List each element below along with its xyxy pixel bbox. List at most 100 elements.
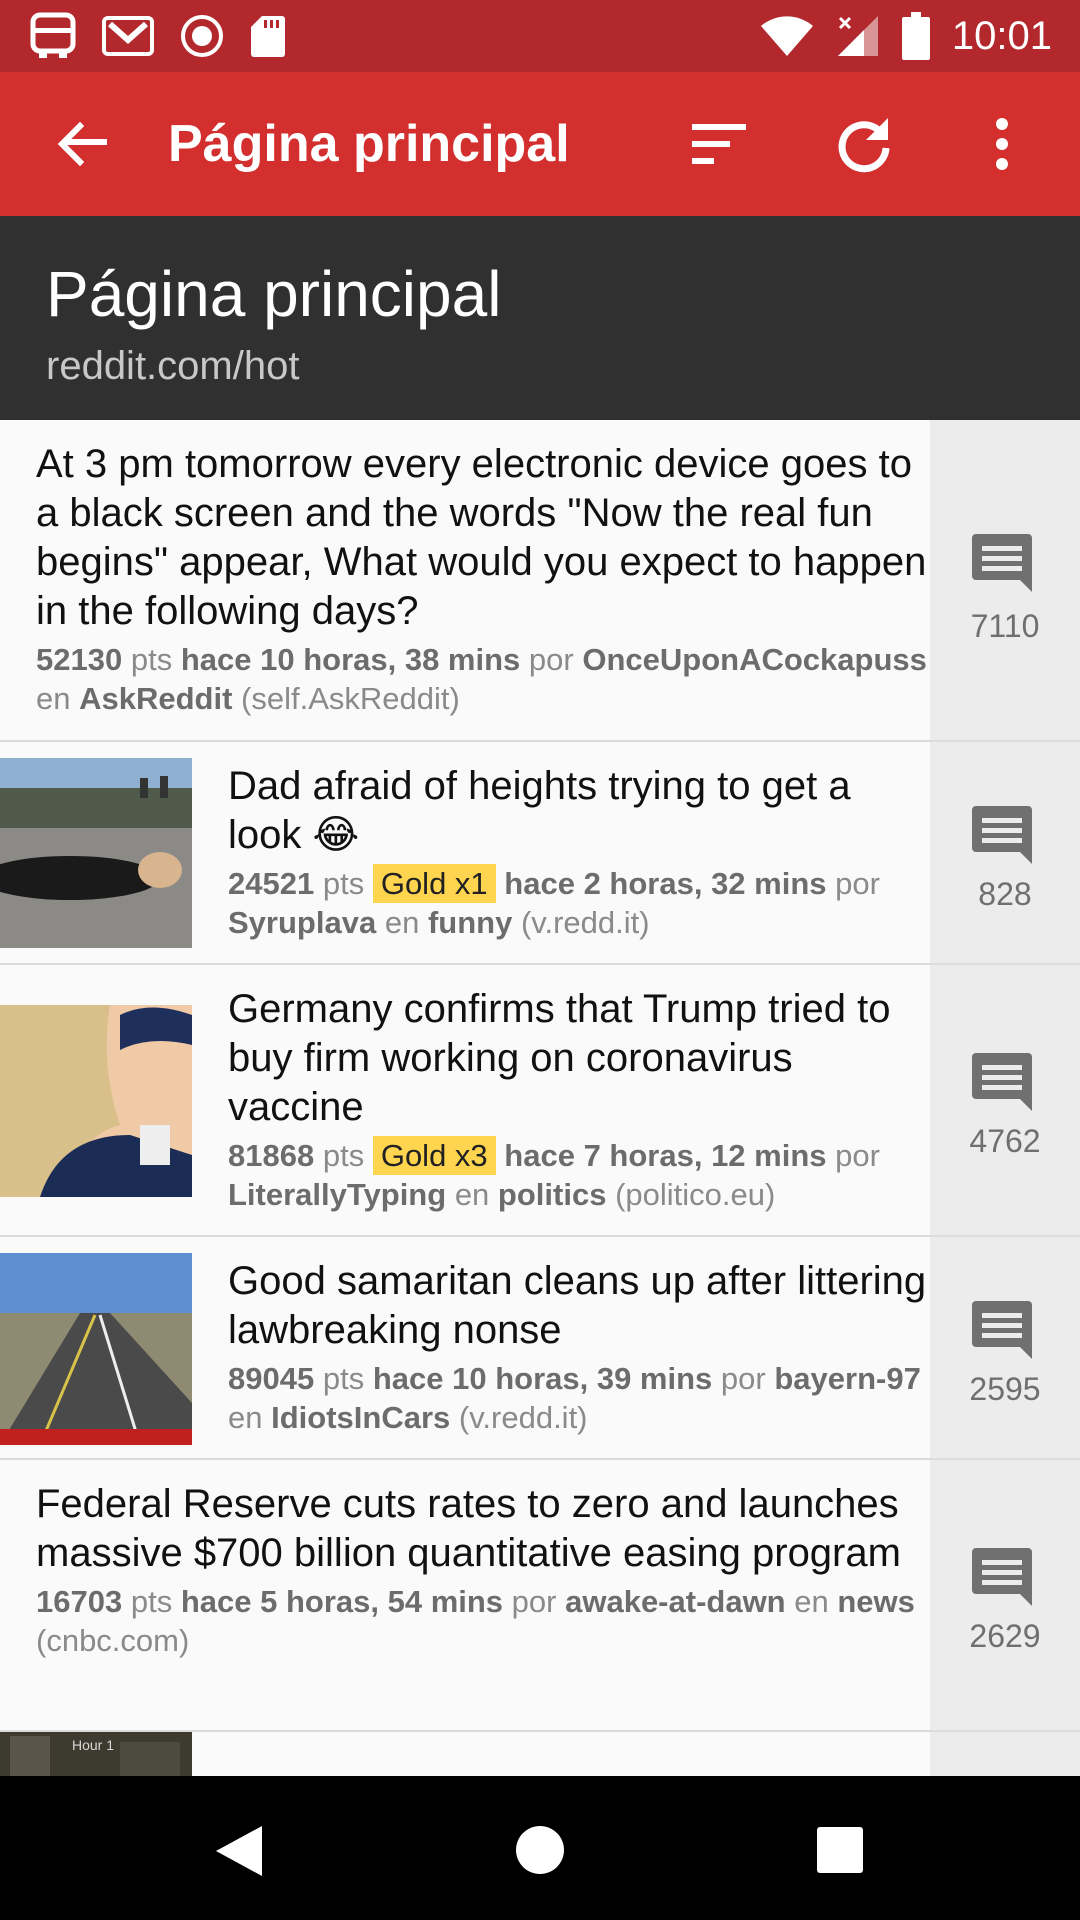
refresh-icon[interactable] <box>832 112 896 176</box>
thumbnail-image: Hour 1 <box>0 1732 192 1776</box>
comment-count: 2595 <box>969 1371 1041 1407</box>
signal-icon <box>837 16 878 56</box>
post-time: hace 10 horas, 38 mins <box>180 642 521 677</box>
post-title: Dad afraid of heights trying to get a lo… <box>228 764 851 857</box>
por-label: por <box>835 1138 880 1173</box>
home-circle-icon[interactable] <box>514 1824 566 1876</box>
post-text[interactable]: Good samaritan cleans up after littering… <box>228 1257 930 1437</box>
comments-button[interactable]: 4762 <box>930 965 1080 1235</box>
post-item[interactable]: Good samaritan cleans up after littering… <box>0 1237 1080 1460</box>
post-meta: 52130 pts hace 10 horas, 38 mins por Onc… <box>36 640 930 718</box>
post-points: 52130 <box>36 642 123 677</box>
gmail-icon <box>102 16 154 56</box>
post-author[interactable]: Syruplava <box>228 905 376 940</box>
post-author[interactable]: OnceUponACockapuss <box>582 642 927 677</box>
comment-count: 828 <box>978 876 1032 912</box>
thumbnail-caption: Hour 1 <box>72 1737 114 1753</box>
comment-count: 2629 <box>969 1618 1041 1654</box>
pts-label: pts <box>130 642 173 677</box>
post-subreddit[interactable]: funny <box>428 905 512 940</box>
comment-icon <box>972 534 1032 592</box>
post-subreddit[interactable]: IdiotsInCars <box>271 1400 450 1435</box>
post-thumbnail[interactable] <box>0 758 192 948</box>
wifi-icon <box>760 16 813 56</box>
thumbnail-image <box>0 758 192 948</box>
post-domain: (cnbc.com) <box>36 1623 190 1658</box>
navigation-bar <box>0 1776 1080 1920</box>
back-arrow-icon[interactable] <box>50 112 114 176</box>
comments-button[interactable]: 7110 <box>930 420 1080 740</box>
post-thumbnail[interactable] <box>0 1253 192 1445</box>
post-subreddit[interactable]: news <box>837 1584 915 1619</box>
post-meta: 24521 pts Gold x1 hace 2 horas, 32 mins … <box>228 864 930 942</box>
por-label: por <box>511 1584 557 1619</box>
post-title: Federal Reserve cuts rates to zero and l… <box>36 1482 901 1575</box>
comments-button[interactable]: 828 <box>930 742 1080 963</box>
post-author[interactable]: bayern-97 <box>774 1361 920 1396</box>
comment-icon <box>972 1548 1032 1606</box>
thumbnail-image <box>0 1005 192 1197</box>
comments-button[interactable]: 2629 <box>930 1460 1080 1730</box>
por-label: por <box>528 642 574 677</box>
post-item[interactable]: Dad afraid of heights trying to get a lo… <box>0 742 1080 965</box>
post-item[interactable]: At 3 pm tomorrow every electronic device… <box>0 420 1080 742</box>
comment-icon <box>972 806 1032 864</box>
post-text[interactable]: Federal Reserve cuts rates to zero and l… <box>36 1480 930 1660</box>
post-subreddit[interactable]: AskReddit <box>79 681 232 716</box>
comment-icon <box>972 1053 1032 1111</box>
comments-button[interactable] <box>930 1732 1080 1776</box>
header-subtitle: reddit.com/hot <box>46 344 300 388</box>
pts-label: pts <box>130 1584 173 1619</box>
en-label: en <box>228 1400 263 1435</box>
recents-square-icon[interactable] <box>816 1826 864 1874</box>
post-domain: (v.redd.it) <box>520 905 650 940</box>
comments-button[interactable]: 2595 <box>930 1237 1080 1458</box>
post-text[interactable]: Dad afraid of heights trying to get a lo… <box>228 762 930 942</box>
post-text[interactable]: At 3 pm tomorrow every electronic device… <box>36 440 930 718</box>
post-domain: (v.redd.it) <box>458 1400 588 1435</box>
status-bar: 10:01 <box>0 0 1080 72</box>
battery-icon <box>901 12 930 60</box>
app-bar: Página principal <box>0 72 1080 216</box>
record-icon <box>181 15 223 57</box>
post-meta: 81868 pts Gold x3 hace 7 horas, 12 mins … <box>228 1136 930 1214</box>
post-points: 89045 <box>228 1361 315 1396</box>
post-time: hace 7 horas, 12 mins <box>504 1138 827 1173</box>
post-item[interactable]: Germany confirms that Trump tried to buy… <box>0 965 1080 1237</box>
post-list[interactable]: At 3 pm tomorrow every electronic device… <box>0 420 1080 1776</box>
app-bar-title: Página principal <box>168 115 570 173</box>
post-thumbnail[interactable]: Hour 1 <box>0 1732 192 1776</box>
post-text[interactable]: Germany confirms that Trump tried to buy… <box>228 985 930 1214</box>
gold-badge: Gold x3 <box>372 1136 496 1175</box>
en-label: en <box>794 1584 829 1619</box>
comment-count: 4762 <box>969 1123 1041 1159</box>
por-label: por <box>835 866 880 901</box>
post-title: Germany confirms that Trump tried to buy… <box>228 987 891 1129</box>
gold-badge: Gold x1 <box>372 864 496 903</box>
post-points: 16703 <box>36 1584 123 1619</box>
post-thumbnail[interactable] <box>0 1005 192 1197</box>
en-label: en <box>36 681 71 716</box>
sdcard-icon <box>251 16 285 57</box>
en-label: en <box>384 905 420 940</box>
pts-label: pts <box>322 1361 365 1396</box>
post-meta: 89045 pts hace 10 horas, 39 mins por bay… <box>228 1359 930 1437</box>
post-points: 24521 <box>228 866 315 901</box>
post-item[interactable]: Federal Reserve cuts rates to zero and l… <box>0 1460 1080 1732</box>
post-time: hace 5 horas, 54 mins <box>180 1584 504 1619</box>
pts-label: pts <box>322 866 365 901</box>
post-item[interactable]: Hour 1 <box>0 1732 1080 1776</box>
pts-label: pts <box>322 1138 365 1173</box>
post-domain: (self.AskReddit) <box>241 681 460 716</box>
por-label: por <box>720 1361 766 1396</box>
post-time: hace 10 horas, 39 mins <box>372 1361 713 1396</box>
thumbnail-image <box>0 1253 192 1445</box>
more-vert-icon[interactable] <box>970 112 1034 176</box>
back-triangle-icon[interactable] <box>214 1824 264 1878</box>
post-subreddit[interactable]: politics <box>498 1177 607 1212</box>
post-time: hace 2 horas, 32 mins <box>504 866 827 901</box>
sort-icon[interactable] <box>688 112 752 176</box>
status-time: 10:01 <box>951 13 1052 58</box>
post-author[interactable]: awake-at-dawn <box>565 1584 786 1619</box>
post-author[interactable]: LiterallyTyping <box>228 1177 446 1212</box>
